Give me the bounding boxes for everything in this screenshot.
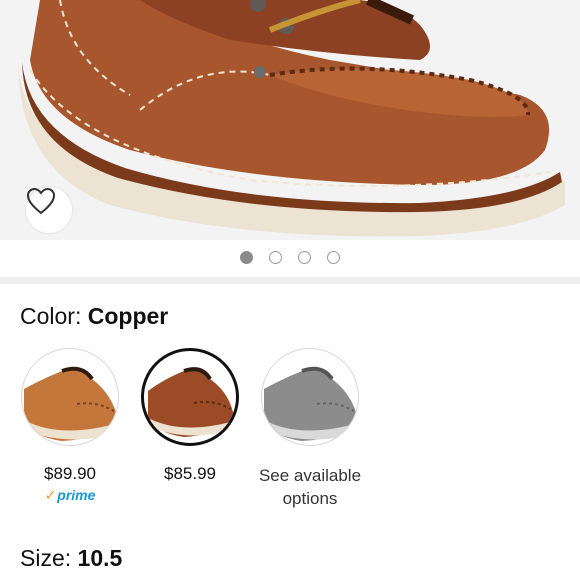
see-available-options[interactable]: See available options xyxy=(245,464,375,510)
swatch-boot-image xyxy=(24,366,118,441)
heart-icon xyxy=(26,187,56,215)
color-label: Color: xyxy=(20,303,82,329)
product-image[interactable] xyxy=(0,0,580,240)
size-label: Size: xyxy=(20,545,72,571)
prime-badge: ✓prime xyxy=(5,487,135,503)
section-divider xyxy=(0,277,580,284)
boot-illustration xyxy=(18,0,565,237)
swatch-price-1: $89.90 xyxy=(44,464,96,483)
pagination-dot-4[interactable] xyxy=(327,250,340,264)
swatch-price-2: $85.99 xyxy=(164,464,216,483)
image-pagination xyxy=(0,248,580,266)
pagination-dot-1[interactable] xyxy=(240,250,253,264)
swatch-boot-image xyxy=(148,367,234,437)
size-value: 10.5 xyxy=(77,545,123,571)
color-value: Copper xyxy=(87,303,169,329)
color-swatch-2[interactable] xyxy=(141,348,239,446)
pagination-dot-2[interactable] xyxy=(269,250,282,264)
pagination-dot-3[interactable] xyxy=(298,250,311,264)
color-swatch-1[interactable] xyxy=(21,348,119,446)
color-swatch-3[interactable] xyxy=(261,348,359,446)
prime-check-icon: ✓ xyxy=(44,487,57,503)
color-selector-label: Color: Copper xyxy=(20,302,168,330)
wishlist-button[interactable] xyxy=(26,187,72,233)
prime-text: prime xyxy=(57,487,96,503)
size-selector-label: Size: 10.5 xyxy=(20,544,122,572)
swatch-boot-image xyxy=(264,366,358,441)
